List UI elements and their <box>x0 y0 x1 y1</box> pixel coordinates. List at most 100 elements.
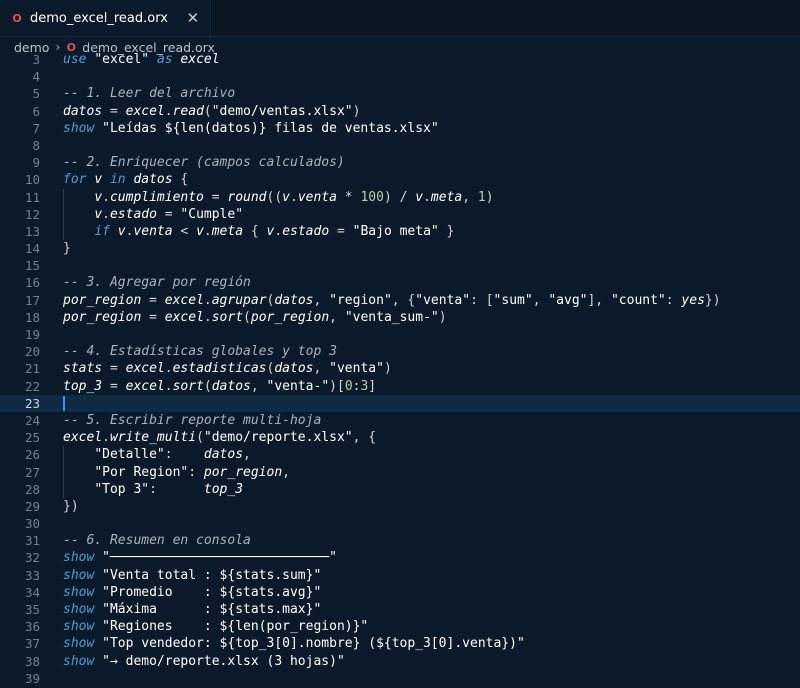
line-number: 8 <box>32 137 40 153</box>
code-line[interactable]: 8 <box>0 137 800 154</box>
line-number: 11 <box>24 189 40 205</box>
tab-demo-excel-read[interactable]: O demo_excel_read.orx ✕ <box>0 0 211 36</box>
code-line[interactable]: 27 "Por Region": por_region, <box>0 463 800 481</box>
line-number: 20 <box>24 344 40 360</box>
line-text: datos = excel.read("demo/ventas.xlsx") <box>63 103 361 119</box>
code-line[interactable]: 37 show "Top vendedor: ${top_3[0].nombre}… <box>0 635 800 652</box>
line-number: 21 <box>24 361 40 377</box>
line-number: 28 <box>24 481 40 497</box>
line-text: -- 1. Leer del archivo <box>63 86 236 102</box>
line-number: 3 <box>32 52 40 67</box>
code-line[interactable]: 23 <box>0 394 800 412</box>
line-text: "Por Region": por_region, <box>94 464 290 480</box>
line-text: "Top 3": top_3 <box>94 481 244 497</box>
code-line[interactable]: 33 show "Venta total : ${stats.sum}" <box>0 567 800 584</box>
line-text: -- 6. Resumen en consola <box>63 533 251 549</box>
code-line[interactable]: 20 -- 4. Estadísticas globales y top 3 <box>0 343 800 360</box>
line-number: 30 <box>24 516 40 532</box>
line-number: 23 <box>24 395 40 411</box>
line-number: 36 <box>24 619 40 635</box>
code-line[interactable]: 24 -- 5. Escribir reporte multi-hoja <box>0 412 800 429</box>
line-text: top_3 = excel.sort(datos, "venta-")[0:3] <box>63 378 377 394</box>
code-line[interactable]: 14} <box>0 240 800 257</box>
code-line[interactable]: 11 v.cumplimiento = round((v.venta * 100… <box>0 188 800 206</box>
line-text: show "Regiones : ${len(por_region)}" <box>63 619 369 635</box>
line-text: show "Máxima : ${stats.max}" <box>63 602 322 617</box>
text-cursor <box>63 395 65 411</box>
line-number: 6 <box>32 103 40 119</box>
line-text: -- 4. Estadísticas globales y top 3 <box>63 344 337 360</box>
code-line[interactable]: 22 top_3 = excel.sort(datos, "venta-")[0:… <box>0 378 800 395</box>
line-number: 10 <box>24 172 40 188</box>
code-line[interactable]: 35 show "Máxima : ${stats.max}" <box>0 601 800 618</box>
line-text: show "Promedio : ${stats.avg}" <box>63 584 322 600</box>
line-number: 25 <box>24 430 40 446</box>
tab-bar: O demo_excel_read.orx ✕ <box>0 0 800 37</box>
line-text: } <box>63 241 71 257</box>
line-number: 9 <box>32 155 40 171</box>
tab-title: demo_excel_read.orx <box>30 10 168 26</box>
line-text: v.estado = "Cumple" <box>94 206 244 222</box>
code-area[interactable]: 3 use "excel" as excel 4 5 -- 1. Leer del ar… <box>0 51 800 688</box>
line-text: "Detalle": datos, <box>94 447 251 463</box>
line-number: 39 <box>24 670 40 686</box>
code-line[interactable]: 9 -- 2. Enriquecer (campos calculados) <box>0 154 800 171</box>
code-line[interactable]: 7 show "Leídas ${len(datos)} filas de ven… <box>0 120 800 137</box>
code-line[interactable]: 17 por_region = excel.agrupar(datos, "reg… <box>0 292 800 309</box>
code-line[interactable]: 26 "Detalle": datos, <box>0 446 800 464</box>
line-text: stats = excel.estadisticas(datos, "venta… <box>63 361 392 377</box>
code-line[interactable]: 16 -- 3. Agregar por región <box>0 274 800 291</box>
orx-file-icon: O <box>12 11 22 25</box>
line-number: 31 <box>24 533 40 549</box>
code-line[interactable]: 10 for v in datos { <box>0 171 800 188</box>
line-number: 29 <box>24 498 40 514</box>
line-text: show "→ demo/reporte.xlsx (3 hojas)" <box>63 653 345 669</box>
line-number: 27 <box>24 464 40 480</box>
code-line[interactable]: 34 show "Promedio : ${stats.avg}" <box>0 584 800 601</box>
line-number: 22 <box>24 378 40 394</box>
code-line[interactable]: 30 <box>0 515 800 532</box>
line-number: 37 <box>24 636 40 652</box>
line-number: 17 <box>24 292 40 308</box>
line-text: -- 3. Agregar por región <box>63 275 251 291</box>
line-number: 19 <box>24 327 40 342</box>
line-number: 34 <box>24 584 40 600</box>
line-text: por_region = excel.agrupar(datos, "regio… <box>63 292 721 308</box>
code-line[interactable]: 21 stats = excel.estadisticas(datos, "ven… <box>0 360 800 377</box>
code-editor: O demo_excel_read.orx ✕ demo › O demo_ex… <box>0 0 800 688</box>
close-icon[interactable]: ✕ <box>186 9 200 27</box>
line-number: 33 <box>24 567 40 583</box>
line-text: por_region = excel.sort(por_region, "ven… <box>63 309 447 325</box>
code-line[interactable]: 39 <box>0 670 800 687</box>
code-line[interactable]: 18 por_region = excel.sort(por_region, "v… <box>0 309 800 326</box>
line-number: 12 <box>24 206 40 222</box>
code-line[interactable]: 25 excel.write_multi("demo/reporte.xlsx",… <box>0 429 800 446</box>
line-number: 18 <box>24 309 40 325</box>
code-line[interactable]: 38 show "→ demo/reporte.xlsx (3 hojas)" <box>0 653 800 670</box>
line-text: show "Top vendedor: ${top_3[0].nombre} (… <box>63 636 525 652</box>
code-line[interactable]: 32 show "────────────────────────────" <box>0 549 800 566</box>
line-number: 26 <box>24 447 40 463</box>
code-line[interactable]: 15 <box>0 257 800 274</box>
line-text: if v.venta < v.meta { v.estado = "Bajo m… <box>94 223 455 239</box>
code-line[interactable]: 4 <box>0 68 800 85</box>
code-line[interactable]: 12 v.estado = "Cumple" <box>0 205 800 223</box>
code-line[interactable]: 5 -- 1. Leer del archivo <box>0 85 800 102</box>
line-text: use "excel" as excel <box>63 52 220 67</box>
line-number: 5 <box>32 86 40 102</box>
code-line[interactable]: 3 use "excel" as excel <box>0 51 800 68</box>
line-text: -- 2. Enriquecer (campos calculados) <box>63 155 345 171</box>
code-line[interactable]: 13 if v.venta < v.meta { v.estado = "Baj… <box>0 222 800 241</box>
code-line[interactable]: 31 -- 6. Resumen en consola <box>0 532 800 549</box>
code-line[interactable]: 6 datos = excel.read("demo/ventas.xlsx") <box>0 103 800 120</box>
line-text: show "Venta total : ${stats.sum}" <box>63 567 322 583</box>
line-number: 24 <box>24 412 40 428</box>
line-text: for v in datos { <box>63 172 189 188</box>
line-text: }) <box>63 498 79 514</box>
code-line[interactable]: 28 "Top 3": top_3 <box>0 480 800 498</box>
code-line[interactable]: 36 show "Regiones : ${len(por_region)}" <box>0 618 800 635</box>
code-line[interactable]: 29}) <box>0 498 800 515</box>
line-number: 14 <box>24 241 40 257</box>
line-text: -- 5. Escribir reporte multi-hoja <box>63 412 322 428</box>
code-line[interactable]: 19 <box>0 326 800 343</box>
